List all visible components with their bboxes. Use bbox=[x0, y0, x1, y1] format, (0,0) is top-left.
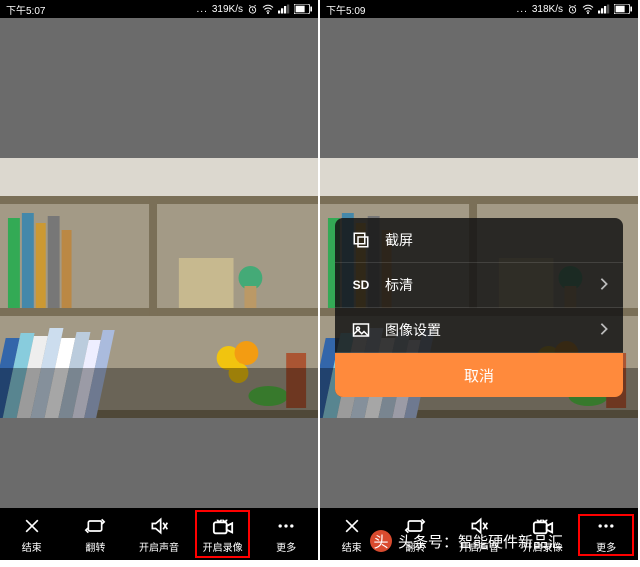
status-time: 下午5:07 bbox=[6, 2, 45, 17]
cancel-button[interactable]: 取消 bbox=[335, 353, 623, 397]
cancel-label: 取消 bbox=[464, 365, 494, 386]
signal-icon bbox=[278, 4, 290, 14]
end-label: 结束 bbox=[342, 539, 362, 554]
screenshot-row[interactable]: 截屏 bbox=[335, 218, 623, 263]
watermark: 头 头条号：智能硬件新品汇 bbox=[370, 527, 563, 555]
status-dots: ... bbox=[197, 4, 208, 15]
more-label: 更多 bbox=[596, 539, 616, 554]
video-area[interactable]: 截屏 SD 标清 图像设置 取消 bbox=[320, 18, 638, 508]
wifi-icon bbox=[262, 4, 274, 14]
camera-feed bbox=[0, 158, 318, 418]
watermark-badge: 头 bbox=[370, 530, 392, 552]
sd-badge: SD bbox=[349, 278, 373, 292]
flip-label: 翻转 bbox=[85, 539, 105, 554]
camera-icon bbox=[212, 515, 234, 537]
phone-right: 下午5:09 ... 318K/s bbox=[320, 0, 638, 560]
flip-button[interactable]: 翻转 bbox=[64, 508, 128, 560]
quality-label: 标清 bbox=[385, 275, 413, 295]
battery-icon bbox=[294, 4, 312, 14]
close-icon bbox=[22, 515, 42, 537]
sound-label: 开启声音 bbox=[139, 539, 179, 554]
chevron-right-icon bbox=[599, 277, 609, 294]
alarm-icon bbox=[567, 4, 578, 15]
end-button[interactable]: 结束 bbox=[0, 508, 64, 560]
status-net: 318K/s bbox=[532, 4, 563, 15]
close-icon bbox=[342, 515, 362, 537]
status-net: 319K/s bbox=[212, 4, 243, 15]
record-label: 开启录像 bbox=[203, 539, 243, 554]
sound-button[interactable]: 开启声音 bbox=[127, 508, 191, 560]
image-icon bbox=[349, 322, 373, 338]
status-dots: ... bbox=[517, 4, 528, 15]
status-time: 下午5:09 bbox=[326, 2, 365, 17]
more-button[interactable]: 更多 bbox=[574, 508, 638, 560]
bottom-toolbar: 结束 翻转 开启声音 开启录像 更多 bbox=[0, 508, 318, 560]
more-action-sheet: 截屏 SD 标清 图像设置 取消 bbox=[335, 218, 623, 397]
status-bar: 下午5:07 ... 319K/s bbox=[0, 0, 318, 18]
more-icon bbox=[596, 515, 616, 537]
video-area[interactable] bbox=[0, 18, 318, 508]
image-settings-row[interactable]: 图像设置 bbox=[335, 308, 623, 353]
phone-left: 下午5:07 ... 319K/s bbox=[0, 0, 318, 560]
record-button[interactable]: 开启录像 bbox=[191, 508, 255, 560]
watermark-text: 头条号：智能硬件新品汇 bbox=[398, 531, 563, 552]
more-icon bbox=[276, 515, 296, 537]
battery-icon bbox=[614, 4, 632, 14]
alarm-icon bbox=[247, 4, 258, 15]
image-settings-label: 图像设置 bbox=[385, 320, 441, 340]
more-label: 更多 bbox=[276, 539, 296, 554]
end-label: 结束 bbox=[22, 539, 42, 554]
flip-icon bbox=[84, 515, 106, 537]
speaker-icon bbox=[149, 515, 169, 537]
screenshot-label: 截屏 bbox=[385, 230, 413, 250]
quality-row[interactable]: SD 标清 bbox=[335, 263, 623, 308]
status-bar: 下午5:09 ... 318K/s bbox=[320, 0, 638, 18]
signal-icon bbox=[598, 4, 610, 14]
wifi-icon bbox=[582, 4, 594, 14]
more-button[interactable]: 更多 bbox=[254, 508, 318, 560]
chevron-right-icon bbox=[599, 322, 609, 339]
screenshot-icon bbox=[349, 231, 373, 249]
